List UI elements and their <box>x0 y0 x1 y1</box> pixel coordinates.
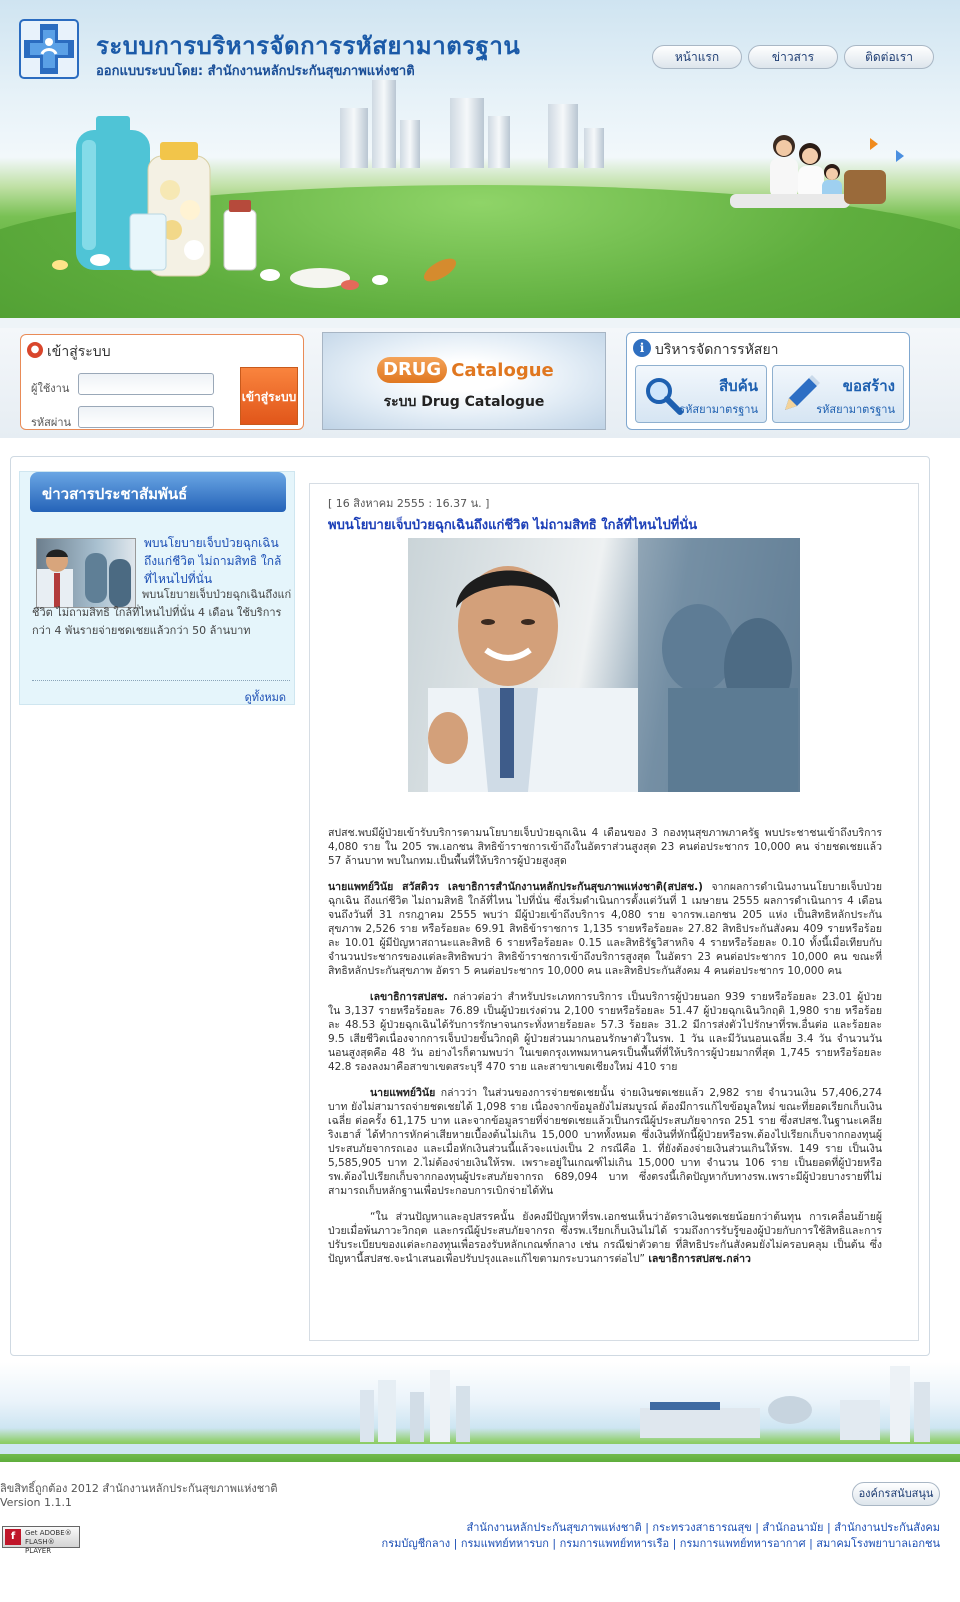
paragraph-lead: นายแพทย์วินัย สวัสดิวร เลขาธิการสำนักงาน… <box>328 881 703 893</box>
top-navigation: หน้าแรก ข่าวสาร ติดต่อเรา <box>652 45 934 69</box>
drug-catalogue-banner[interactable]: DRUG Catalogue ระบบ Drug Catalogue <box>322 332 606 430</box>
family-picnic-illustration <box>730 135 904 208</box>
nav-news-button[interactable]: ข่าวสาร <box>748 45 838 69</box>
drug-logo-prefix: DRUG <box>377 357 448 383</box>
drug-logo-suffix: Catalogue <box>451 359 554 381</box>
paragraph-text: “ใน ส่วนปัญหาและอุปสรรคนั้น ยังคงมีปัญหา… <box>328 1211 882 1265</box>
pencil-icon <box>785 375 820 410</box>
news-sidebar-heading: ข่าวสารประชาสัมพันธ์ <box>30 472 286 512</box>
request-drug-code-button[interactable]: ขอสร้าง รหัสยามาตรฐาน <box>772 365 904 423</box>
article-title: พบนโยบายเจ็บป่วยฉุกเฉินถึงแก่ชีวิต ไม่ถา… <box>328 518 698 533</box>
login-submit-button[interactable]: เข้าสู่ระบบ <box>240 367 298 425</box>
search-drug-code-button[interactable]: สืบค้น รหัสยามาตรฐาน <box>635 365 767 423</box>
article-paragraph: “ใน ส่วนปัญหาและอุปสรรคนั้น ยังคงมีปัญหา… <box>328 1210 882 1266</box>
partner-links: สำนักงานหลักประกันสุขภาพแห่งชาติ | กระทร… <box>340 1520 940 1552</box>
header-banner: ระบบการบริหารจัดการรหัสยามาตรฐาน ออกแบบร… <box>0 0 960 328</box>
article-body: สปสช.พบมีผู้ป่วยเข้ารับบริการตามนโยบายเจ… <box>328 826 882 1278</box>
info-icon: i <box>633 339 651 357</box>
search-button-sublabel: รหัสยามาตรฐาน <box>679 403 758 416</box>
flash-badge-text: Get ADOBE® FLASH® PLAYER <box>25 1529 72 1555</box>
paragraph-text: กล่าวว่า ในส่วนของการจ่ายชดเชยนั้น จ่ายเ… <box>328 1087 882 1197</box>
lock-icon: ● <box>27 342 43 358</box>
doctor-photo-image <box>428 538 800 792</box>
request-button-sublabel: รหัสยามาตรฐาน <box>816 403 895 416</box>
news-headline-link[interactable]: พบนโยบายเจ็บป่วยฉุกเฉินถึงแก่ชีวิต ไม่ถา… <box>144 534 294 588</box>
article-paragraph: สปสช.พบมีผู้ป่วยเข้ารับบริการตามนโยบายเจ… <box>328 827 882 867</box>
drug-catalogue-logo: DRUG Catalogue <box>377 357 554 383</box>
news-article: [ 16 สิงหาคม 2555 : 16.37 น. ] พบนโยบายเ… <box>309 483 919 1341</box>
partner-links-line[interactable]: กรมบัญชีกลาง | กรมแพทย์ทหารบก | กรมการแพ… <box>340 1536 940 1552</box>
medicine-bottles-illustration <box>52 116 457 290</box>
paragraph-lead: เลขาธิการสปสช. <box>370 991 448 1003</box>
get-flash-player-badge[interactable]: f Get ADOBE® FLASH® PLAYER <box>2 1526 80 1555</box>
manage-title: บริหารจัดการรหัสยา <box>655 342 779 358</box>
cross-logo-icon <box>19 19 79 79</box>
paragraph-tail: เลขาธิการสปสช.กล่าว <box>648 1253 751 1265</box>
header-divider <box>0 318 960 328</box>
tool-panel: ● เข้าสู่ระบบ ผู้ใช้งาน รหัสผ่าน เข้าสู่… <box>0 328 960 438</box>
username-label: ผู้ใช้งาน <box>31 382 70 395</box>
drug-catalogue-subtitle: ระบบ Drug Catalogue <box>383 394 545 410</box>
password-input[interactable] <box>78 406 214 428</box>
article-photo <box>408 538 800 792</box>
article-paragraph: นายแพทย์วินัย กล่าวว่า ในส่วนของการจ่ายช… <box>328 1086 882 1198</box>
main-content: ข่าวสารประชาสัมพันธ์ พบนโยบายเจ็บป่วยฉุก… <box>10 456 930 1356</box>
username-input[interactable] <box>78 373 214 395</box>
article-date: [ 16 สิงหาคม 2555 : 16.37 น. ] <box>328 497 490 510</box>
nav-home-button[interactable]: หน้าแรก <box>652 45 742 69</box>
copyright-text: ลิขสิทธิ์ถูกต้อง 2012 สำนักงานหลักประกัน… <box>0 1482 278 1495</box>
supporting-organizations-button[interactable]: องค์กรสนับสนุน <box>852 1482 940 1506</box>
news-summary: พบนโยบายเจ็บป่วยฉุกเฉินถึงแก่ชีวิต ไม่ถา… <box>32 588 292 637</box>
paragraph-lead: นายแพทย์วินัย <box>370 1087 436 1099</box>
footer-divider <box>0 1444 960 1454</box>
flash-icon: f <box>5 1529 21 1545</box>
partner-links-line[interactable]: สำนักงานหลักประกันสุขภาพแห่งชาติ | กระทร… <box>340 1520 940 1536</box>
article-paragraph: เลขาธิการสปสช. กล่าวต่อว่า สำหรับประเภทก… <box>328 990 882 1074</box>
password-label: รหัสผ่าน <box>31 416 72 429</box>
login-box: ● เข้าสู่ระบบ ผู้ใช้งาน รหัสผ่าน เข้าสู่… <box>20 334 304 430</box>
paragraph-text: จากผลการดำเนินงานนโยบายเจ็บป่วยฉุกเฉิน ถ… <box>328 881 883 977</box>
site-subtitle: ออกแบบระบบโดย: สำนักงานหลักประกันสุขภาพแ… <box>96 64 415 79</box>
news-sidebar: ข่าวสารประชาสัมพันธ์ พบนโยบายเจ็บป่วยฉุก… <box>19 471 295 705</box>
view-all-link[interactable]: ดูทั้งหมด <box>245 688 286 706</box>
version-text: Version 1.1.1 <box>0 1496 72 1509</box>
login-title: เข้าสู่ระบบ <box>47 344 111 360</box>
copyright-block: ลิขสิทธิ์ถูกต้อง 2012 สำนักงานหลักประกัน… <box>0 1482 278 1510</box>
article-paragraph: นายแพทย์วินัย สวัสดิวร เลขาธิการสำนักงาน… <box>328 880 882 978</box>
drug-code-management-box: i บริหารจัดการรหัสยา สืบค้น รหัสยามาตรฐา… <box>626 332 910 430</box>
magnifier-icon <box>646 378 683 415</box>
paragraph-text: กล่าวต่อว่า สำหรับประเภทการบริการ เป็นบร… <box>328 991 882 1073</box>
dotted-divider <box>32 680 290 681</box>
nav-contact-button[interactable]: ติดต่อเรา <box>844 45 934 69</box>
search-button-label: สืบค้น <box>719 377 758 395</box>
request-button-label: ขอสร้าง <box>842 377 895 395</box>
